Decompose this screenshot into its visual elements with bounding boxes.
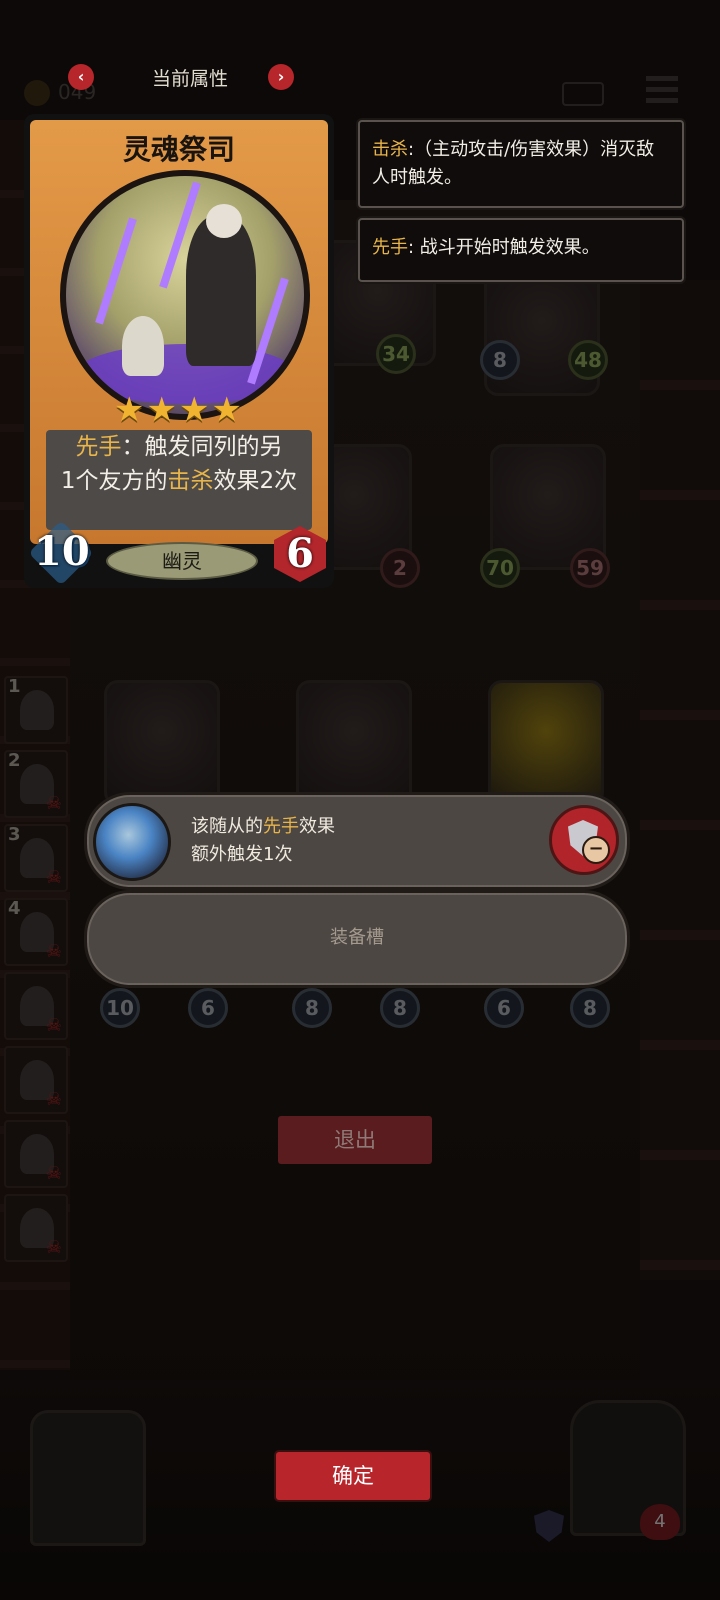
keyword-kill: 击杀 [167,468,214,494]
minus-icon: − [582,836,610,864]
card-attack: 10 [34,528,90,575]
equipment-slot-filled[interactable]: 该随从的先手效果 额外触发1次 − [84,792,630,890]
next-arrow-button[interactable]: › [268,64,294,90]
tooltip-kill: 击杀:（主动攻击/伤害效果）消灭敌人时触发。 [358,120,684,208]
card-health: 6 [286,530,314,577]
confirm-button[interactable]: 确定 [276,1452,430,1500]
unit-card: 灵魂祭司 ★★★★ 先手：触发同列的另 1个友方的击杀效果2次 10 幽灵 6 [24,114,334,588]
lightning-bolt [95,217,137,325]
card-ability-text: 先手：触发同列的另 1个友方的击杀效果2次 [46,430,312,530]
exit-button[interactable]: 退出 [278,1116,432,1164]
priest-figure [186,216,256,366]
card-star-rating: ★★★★ [114,390,244,430]
tooltip-first-strike: 先手: 战斗开始时触发效果。 [358,218,684,282]
prev-arrow-button[interactable]: ‹ [68,64,94,90]
card-name: 灵魂祭司 [122,133,235,166]
keyword-first-strike: 先手 [75,434,122,460]
equipment-slot-empty[interactable]: 装备槽 [84,890,630,988]
card-tribe: 幽灵 [106,542,258,580]
card-portrait [60,170,310,420]
equipment-slot-label: 装备槽 [330,927,384,948]
equipment-icon [93,803,171,881]
skeleton-figure [122,316,164,376]
page-title: 当前属性 [151,68,228,90]
equipment-description: 该随从的先手效果 额外触发1次 [191,816,335,865]
unequip-button[interactable]: − [549,805,619,875]
skull-mask [206,204,242,238]
